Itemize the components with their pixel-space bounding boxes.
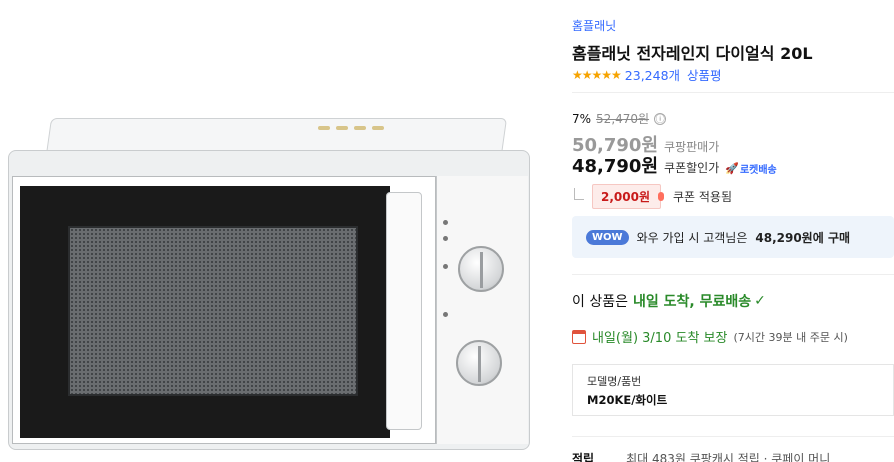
delivery-highlight: 내일 도착, 무료배송 [632, 294, 752, 310]
model-value: M20KE/화이트 [587, 393, 668, 407]
arrival-row: 내일(월) 3/10 도착 보장 (7시간 39분 내 주문 시) [572, 327, 848, 346]
microwave-control-panel [436, 176, 528, 444]
arrival-condition: (7시간 39분 내 주문 시) [733, 330, 848, 344]
reward-row: 적립 최대 483원 쿠팡캐시 적립 · 쿠페이 머니 [572, 450, 830, 462]
wow-badge: WOW [586, 229, 629, 245]
delivery-heading: 이 상품은 내일 도착, 무료배송 ✓ [572, 291, 766, 311]
arrival-date: 내일(월) 3/10 도착 보장 [592, 331, 728, 346]
product-title: 홈플래닛 전자레인지 다이얼식 20L [572, 44, 813, 63]
coupon-applied-text: 쿠폰 적용됨 [673, 190, 733, 204]
microwave-vent [318, 124, 410, 132]
coupon-price-label: 쿠폰할인가 [664, 161, 720, 175]
calendar-icon [572, 329, 586, 344]
rating-count[interactable]: 23,248개 [625, 65, 680, 84]
rocket-icon: 🚀 [725, 162, 739, 175]
timer-dial [456, 340, 502, 386]
rocket-label: 로켓배송 [739, 165, 777, 176]
divider [572, 436, 894, 437]
wow-price: 48,290원에 구매 [755, 230, 851, 245]
brand-link[interactable]: 홈플래닛 [572, 17, 616, 34]
coupon-price: 48,790원 [572, 156, 659, 177]
model-box: 모델명/품번 M20KE/화이트 [572, 364, 894, 416]
info-icon[interactable]: ⓘ [654, 112, 667, 125]
product-image[interactable] [0, 0, 560, 462]
delivery-prefix: 이 상품은 [572, 294, 628, 310]
product-info: 홈플래닛 홈플래닛 전자레인지 다이얼식 20L ★★★★★ 23,248개 상… [572, 0, 894, 462]
coupon-branch-line [574, 187, 584, 200]
rating-row[interactable]: ★★★★★ 23,248개 상품평 [572, 65, 722, 84]
rating-suffix[interactable]: 상품평 [687, 65, 722, 84]
divider [572, 274, 894, 275]
original-price: 52,470원 [596, 112, 650, 126]
reward-text: 최대 483원 쿠팡캐시 적립 · 쿠페이 머니 [626, 452, 831, 462]
reward-label: 적립 [572, 452, 595, 462]
power-dial [458, 246, 504, 292]
discount-rate: 7% [572, 111, 592, 126]
microwave-handle [386, 192, 422, 430]
coupon-badge[interactable]: 2,000원 [592, 184, 664, 209]
coupon-row: 2,000원 쿠폰 적용됨 [572, 184, 732, 209]
coupon-price-row: 48,790원 쿠폰할인가 🚀 로켓배송 [572, 152, 777, 178]
discount-row: 7% 52,470원 ⓘ [572, 110, 667, 127]
star-icon: ★★★★★ [572, 67, 622, 82]
divider [572, 92, 894, 93]
wow-banner[interactable]: WOW 와우 가입 시 고객님은 48,290원에 구매 [572, 216, 894, 258]
model-label: 모델명/품번 [587, 375, 642, 388]
microwave-glass [68, 226, 358, 396]
wow-text: 와우 가입 시 고객님은 [636, 230, 748, 245]
rocket-badge: 🚀 로켓배송 [725, 161, 777, 176]
check-icon: ✓ [754, 293, 766, 309]
